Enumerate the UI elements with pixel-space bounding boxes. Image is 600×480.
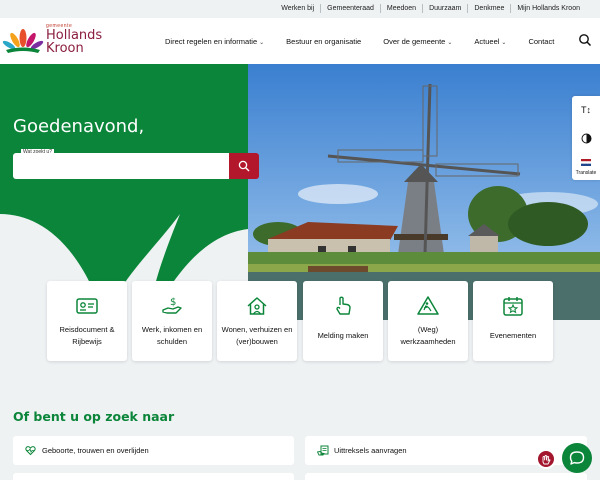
- site-header: gemeente Hollands Kroon Direct regelen e…: [0, 18, 600, 64]
- search-icon: [238, 160, 250, 172]
- tile-label: Reisdocument & Rijbewijs: [59, 325, 115, 346]
- link-geboorte-trouwen-overlijden[interactable]: Geboorte, trouwen en overlijden: [13, 436, 294, 465]
- nav-label: Bestuur en organisatie: [286, 37, 362, 46]
- link-label: Uittreksels aanvragen: [334, 446, 407, 455]
- chevron-down-icon: ⌄: [501, 40, 507, 46]
- nav-label: Direct regelen en informatie: [165, 37, 258, 46]
- nav-label: Over de gemeente: [383, 37, 446, 46]
- tile-wonen[interactable]: Wonen, verhuizen en (ver)bouwen: [217, 281, 297, 361]
- tile-werk-inkomen[interactable]: $ Werk, inkomen en schulden: [132, 281, 212, 361]
- link-label: Geboorte, trouwen en overlijden: [42, 446, 149, 455]
- document-hand-icon: [317, 445, 329, 456]
- calendar-star-icon: [503, 297, 523, 316]
- tile-label: (Weg) werkzaamheden: [400, 325, 456, 346]
- nav-actueel[interactable]: Actueel ⌄: [474, 37, 506, 46]
- greeting-heading: Goedenavond,: [13, 116, 145, 137]
- money-hand-icon: $: [162, 297, 182, 314]
- pointing-hand-icon: [336, 296, 351, 315]
- nav-bestuur[interactable]: Bestuur en organisatie: [286, 37, 361, 46]
- utility-link-meedoen[interactable]: Meedoen: [379, 4, 422, 13]
- nav-contact[interactable]: Contact: [528, 37, 554, 46]
- accessibility-toolbar: T↕ Translate: [572, 96, 600, 180]
- search-input[interactable]: [13, 153, 229, 179]
- utility-link-duurzaam[interactable]: Duurzaam: [422, 4, 467, 13]
- nav-direct-regelen[interactable]: Direct regelen en informatie ⌄: [165, 37, 264, 46]
- search-icon[interactable]: [578, 33, 592, 47]
- link-row-next[interactable]: [305, 473, 587, 480]
- translate-button-label[interactable]: Translate: [572, 170, 600, 176]
- svg-text:$: $: [170, 297, 176, 308]
- nav-label: Contact: [528, 37, 555, 46]
- assistance-button[interactable]: [536, 449, 556, 469]
- crown-logo-icon: [2, 28, 44, 53]
- chat-button[interactable]: [562, 443, 592, 473]
- utility-link-mijn-hollands-kroon[interactable]: Mijn Hollands Kroon: [510, 4, 586, 13]
- accessibility-hand-icon: [542, 455, 551, 465]
- link-row-next[interactable]: [13, 473, 294, 480]
- tile-reisdocument[interactable]: Reisdocument & Rijbewijs: [47, 281, 127, 361]
- section-heading: Of bent u op zoek naar: [13, 409, 175, 424]
- tile-melding-maken[interactable]: Melding maken: [303, 281, 383, 361]
- heart-pulse-icon: [25, 446, 36, 456]
- top-utility-bar: Werken bij Gemeenteraad Meedoen Duurzaam…: [0, 0, 600, 18]
- utility-link-denkmee[interactable]: Denkmee: [467, 4, 510, 13]
- utility-link-gemeenteraad[interactable]: Gemeenteraad: [320, 4, 380, 13]
- tile-label: Evenementen: [489, 331, 537, 340]
- house-icon: [247, 297, 267, 315]
- flag-nl-icon[interactable]: [572, 152, 600, 172]
- search-submit-button[interactable]: [229, 153, 259, 179]
- tile-label: Melding maken: [317, 331, 369, 340]
- main-navigation: Direct regelen en informatie ⌄ Bestuur en…: [165, 37, 554, 46]
- hero-search: Wat zoekt u?: [13, 149, 259, 179]
- roadworks-icon: [417, 296, 439, 315]
- utility-links: Werken bij Gemeenteraad Meedoen Duurzaam…: [275, 4, 586, 13]
- tile-label: Wonen, verhuizen en (ver)bouwen: [221, 325, 293, 346]
- text-size-icon[interactable]: T↕: [572, 100, 600, 120]
- site-logo[interactable]: gemeente Hollands Kroon: [2, 24, 102, 55]
- id-card-icon: [76, 298, 98, 314]
- nav-label: Actueel: [474, 37, 500, 46]
- chevron-down-icon: ⌄: [447, 40, 453, 46]
- chevron-down-icon: ⌄: [259, 40, 265, 46]
- tile-evenementen[interactable]: Evenementen: [473, 281, 553, 361]
- contrast-icon[interactable]: [572, 128, 600, 148]
- nav-over-de-gemeente[interactable]: Over de gemeente ⌄: [383, 37, 452, 46]
- logo-line2: Kroon: [46, 41, 84, 56]
- chat-bubble-icon: [569, 451, 585, 465]
- utility-link-werken-bij[interactable]: Werken bij: [275, 4, 320, 13]
- tile-label: Werk, inkomen en schulden: [141, 325, 203, 346]
- search-input-label: Wat zoekt u?: [21, 149, 54, 155]
- tile-wegwerkzaamheden[interactable]: (Weg) werkzaamheden: [388, 281, 468, 361]
